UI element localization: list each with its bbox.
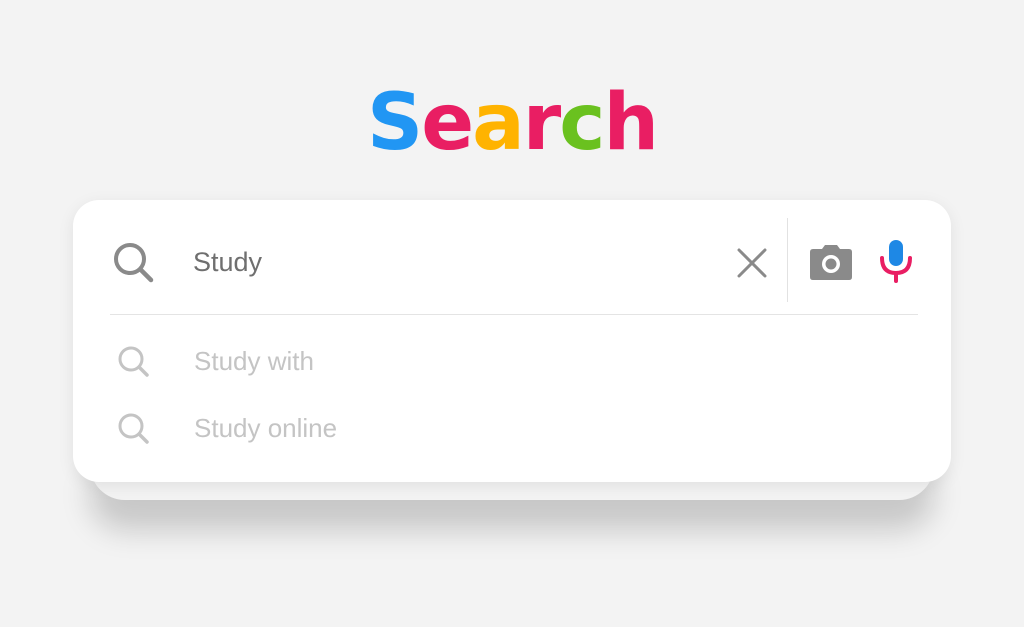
suggestion-item[interactable]: Study online bbox=[110, 399, 918, 455]
microphone-icon[interactable] bbox=[877, 238, 915, 284]
camera-icon[interactable] bbox=[809, 243, 853, 281]
search-input[interactable] bbox=[193, 240, 713, 284]
results-divider bbox=[110, 314, 918, 315]
search-icon bbox=[118, 346, 149, 377]
logo-letter: a bbox=[472, 78, 525, 168]
search-bar bbox=[73, 200, 951, 314]
search-logo: Search bbox=[0, 78, 1024, 168]
suggestion-label: Study online bbox=[194, 413, 338, 443]
suggestion-label: Study with bbox=[194, 346, 314, 376]
close-icon[interactable] bbox=[733, 244, 771, 282]
search-icon bbox=[118, 413, 149, 444]
logo-letter: S bbox=[367, 78, 423, 168]
logo-letter: e bbox=[421, 78, 474, 168]
search-icon bbox=[114, 243, 154, 283]
logo-letter: r bbox=[522, 78, 561, 168]
vertical-divider bbox=[787, 218, 788, 302]
search-card: Study with Study online bbox=[73, 200, 951, 482]
logo-letter: h bbox=[603, 78, 659, 168]
logo-letter: c bbox=[559, 78, 605, 168]
suggestion-item[interactable]: Study with bbox=[110, 332, 918, 388]
